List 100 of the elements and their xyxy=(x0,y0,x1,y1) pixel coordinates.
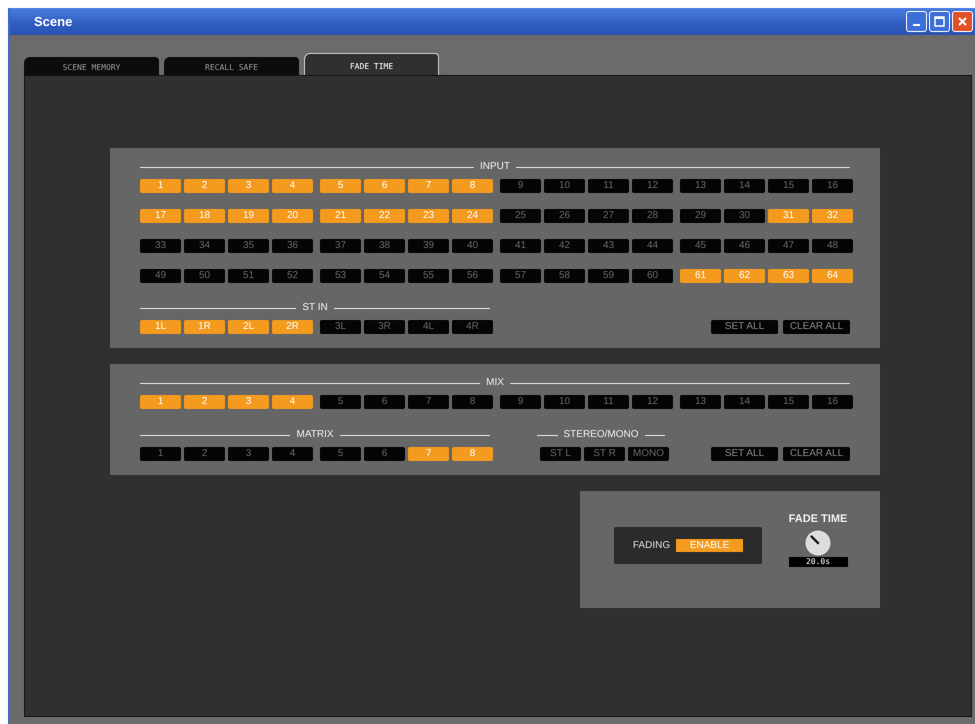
channel-button[interactable]: 10 xyxy=(544,395,585,409)
channel-button[interactable]: MONO xyxy=(628,447,669,461)
channel-button[interactable]: 14 xyxy=(724,395,765,409)
channel-button[interactable]: 28 xyxy=(632,209,673,223)
action-button[interactable]: CLEAR ALL xyxy=(783,320,850,334)
channel-button[interactable]: 23 xyxy=(408,209,449,223)
channel-button[interactable]: 50 xyxy=(184,269,225,283)
channel-button[interactable]: 3L xyxy=(320,320,361,334)
channel-button[interactable]: 53 xyxy=(320,269,361,283)
channel-button[interactable]: 3 xyxy=(228,179,269,193)
channel-button[interactable]: 6 xyxy=(364,395,405,409)
channel-button[interactable]: 1R xyxy=(184,320,225,334)
channel-button[interactable]: 17 xyxy=(140,209,181,223)
channel-button[interactable]: 55 xyxy=(408,269,449,283)
channel-button[interactable]: 41 xyxy=(500,239,541,253)
channel-button[interactable]: 45 xyxy=(680,239,721,253)
channel-button[interactable]: 15 xyxy=(768,179,809,193)
channel-button[interactable]: 14 xyxy=(724,179,765,193)
channel-button[interactable]: 11 xyxy=(588,395,629,409)
tab[interactable]: FADE TIME xyxy=(304,53,439,75)
channel-button[interactable]: 49 xyxy=(140,269,181,283)
channel-button[interactable]: 5 xyxy=(320,447,361,461)
tab[interactable]: RECALL SAFE xyxy=(164,57,299,75)
channel-button[interactable]: ST L xyxy=(540,447,581,461)
channel-button[interactable]: 16 xyxy=(812,179,853,193)
channel-button[interactable]: 3 xyxy=(228,447,269,461)
channel-button[interactable]: 22 xyxy=(364,209,405,223)
channel-button[interactable]: 13 xyxy=(680,179,721,193)
channel-button[interactable]: 1 xyxy=(140,179,181,193)
channel-button[interactable]: 4 xyxy=(272,447,313,461)
channel-button[interactable]: 15 xyxy=(768,395,809,409)
action-button[interactable]: SET ALL xyxy=(711,447,778,461)
channel-button[interactable]: 4 xyxy=(272,395,313,409)
channel-button[interactable]: 64 xyxy=(812,269,853,283)
channel-button[interactable]: 56 xyxy=(452,269,493,283)
channel-button[interactable]: 1 xyxy=(140,395,181,409)
channel-button[interactable]: 7 xyxy=(408,179,449,193)
channel-button[interactable]: 57 xyxy=(500,269,541,283)
channel-button[interactable]: 2 xyxy=(184,447,225,461)
channel-button[interactable]: 38 xyxy=(364,239,405,253)
channel-button[interactable]: 48 xyxy=(812,239,853,253)
channel-button[interactable]: 44 xyxy=(632,239,673,253)
channel-button[interactable]: ST R xyxy=(584,447,625,461)
channel-button[interactable]: 5 xyxy=(320,179,361,193)
channel-button[interactable]: 18 xyxy=(184,209,225,223)
channel-button[interactable]: 42 xyxy=(544,239,585,253)
channel-button[interactable]: 7 xyxy=(408,395,449,409)
channel-button[interactable]: 6 xyxy=(364,447,405,461)
channel-button[interactable]: 46 xyxy=(724,239,765,253)
tab[interactable]: SCENE MEMORY xyxy=(24,57,159,75)
channel-button[interactable]: 25 xyxy=(500,209,541,223)
channel-button[interactable]: 2 xyxy=(184,395,225,409)
channel-button[interactable]: 2 xyxy=(184,179,225,193)
channel-button[interactable]: 33 xyxy=(140,239,181,253)
channel-button[interactable]: 4 xyxy=(272,179,313,193)
channel-button[interactable]: 37 xyxy=(320,239,361,253)
channel-button[interactable]: 3R xyxy=(364,320,405,334)
maximize-button[interactable] xyxy=(929,11,950,32)
channel-button[interactable]: 62 xyxy=(724,269,765,283)
channel-button[interactable]: 30 xyxy=(724,209,765,223)
channel-button[interactable]: 39 xyxy=(408,239,449,253)
channel-button[interactable]: 63 xyxy=(768,269,809,283)
minimize-button[interactable] xyxy=(906,11,927,32)
close-button[interactable] xyxy=(952,11,973,32)
channel-button[interactable]: 5 xyxy=(320,395,361,409)
channel-button[interactable]: 60 xyxy=(632,269,673,283)
channel-button[interactable]: 58 xyxy=(544,269,585,283)
fade-time-knob[interactable] xyxy=(805,530,831,556)
channel-button[interactable]: 26 xyxy=(544,209,585,223)
channel-button[interactable]: 16 xyxy=(812,395,853,409)
channel-button[interactable]: 13 xyxy=(680,395,721,409)
channel-button[interactable]: 27 xyxy=(588,209,629,223)
channel-button[interactable]: 47 xyxy=(768,239,809,253)
channel-button[interactable]: 9 xyxy=(500,179,541,193)
channel-button[interactable]: 4L xyxy=(408,320,449,334)
channel-button[interactable]: 1 xyxy=(140,447,181,461)
channel-button[interactable]: 52 xyxy=(272,269,313,283)
channel-button[interactable]: 11 xyxy=(588,179,629,193)
channel-button[interactable]: 7 xyxy=(408,447,449,461)
action-button[interactable]: CLEAR ALL xyxy=(783,447,850,461)
channel-button[interactable]: 9 xyxy=(500,395,541,409)
channel-button[interactable]: 59 xyxy=(588,269,629,283)
channel-button[interactable]: 8 xyxy=(452,395,493,409)
channel-button[interactable]: 19 xyxy=(228,209,269,223)
channel-button[interactable]: 8 xyxy=(452,179,493,193)
channel-button[interactable]: 2R xyxy=(272,320,313,334)
channel-button[interactable]: 40 xyxy=(452,239,493,253)
channel-button[interactable]: 34 xyxy=(184,239,225,253)
channel-button[interactable]: 4R xyxy=(452,320,493,334)
channel-button[interactable]: 2L xyxy=(228,320,269,334)
channel-button[interactable]: 8 xyxy=(452,447,493,461)
channel-button[interactable]: 35 xyxy=(228,239,269,253)
channel-button[interactable]: 51 xyxy=(228,269,269,283)
channel-button[interactable]: 54 xyxy=(364,269,405,283)
channel-button[interactable]: 36 xyxy=(272,239,313,253)
channel-button[interactable]: 29 xyxy=(680,209,721,223)
channel-button[interactable]: 43 xyxy=(588,239,629,253)
action-button[interactable]: SET ALL xyxy=(711,320,778,334)
channel-button[interactable]: 10 xyxy=(544,179,585,193)
channel-button[interactable]: 32 xyxy=(812,209,853,223)
